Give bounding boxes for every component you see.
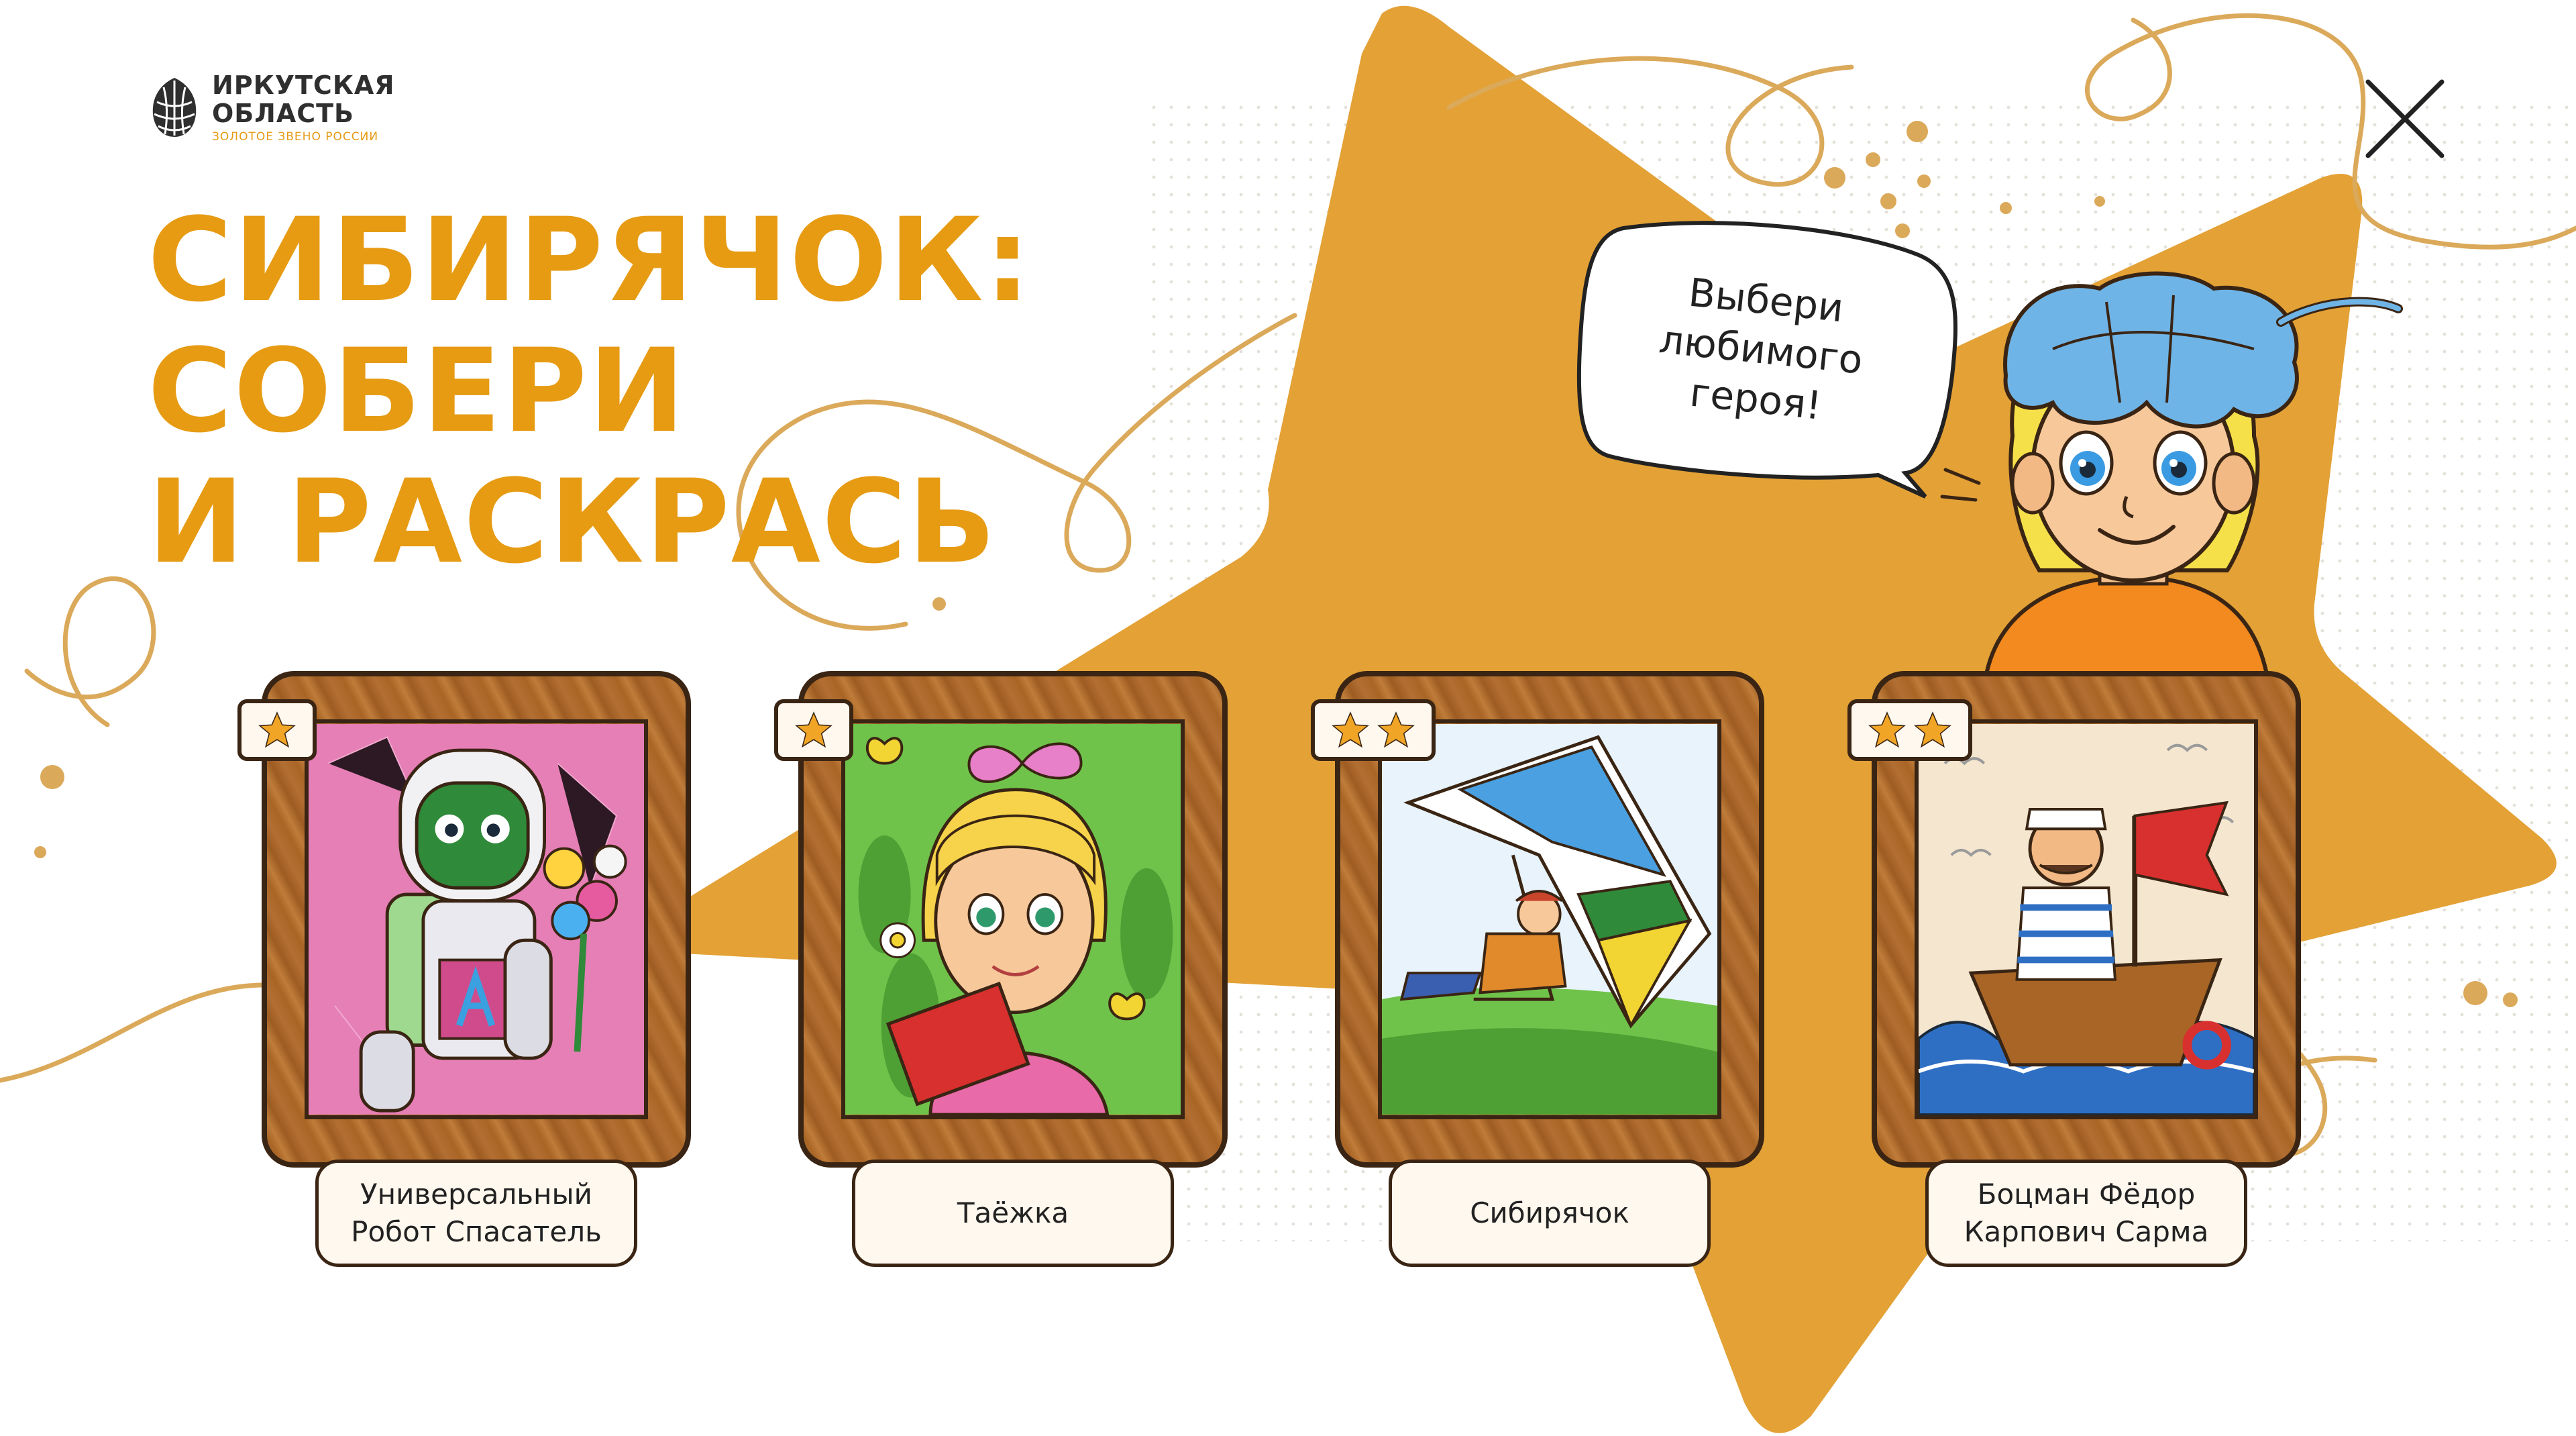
- star-icon: [1914, 711, 1951, 748]
- star-icon: [1868, 711, 1906, 748]
- robot-illustration: [305, 719, 648, 1119]
- star-icon: [1332, 711, 1369, 748]
- boatswain-illustration: [1915, 719, 2258, 1119]
- difficulty-badge: [237, 699, 317, 761]
- hero-card-sibiryachok[interactable]: Сибирячок: [1311, 671, 1764, 1267]
- star-icon: [1377, 711, 1415, 748]
- difficulty-badge: [1847, 699, 1972, 761]
- difficulty-badge: [1311, 699, 1436, 761]
- hero-card-robot[interactable]: Универсальный Робот Спасатель: [237, 671, 691, 1267]
- hero-card-taezhka[interactable]: Таёжка: [774, 671, 1228, 1267]
- hero-name-plate: Боцман Фёдор Карпович Сарма: [1925, 1160, 2247, 1267]
- star-icon: [258, 711, 296, 748]
- hero-name-plate: Универсальный Робот Спасатель: [315, 1160, 637, 1267]
- hero-name-plate: Сибирячок: [1389, 1160, 1711, 1267]
- girl-illustration: [841, 719, 1185, 1119]
- star-icon: [795, 711, 833, 748]
- hang-glider-illustration: [1378, 719, 1721, 1119]
- difficulty-badge: [774, 699, 853, 761]
- hero-name-plate: Таёжка: [852, 1160, 1174, 1267]
- hero-card-botsman[interactable]: Боцман Фёдор Карпович Сарма: [1847, 671, 2301, 1267]
